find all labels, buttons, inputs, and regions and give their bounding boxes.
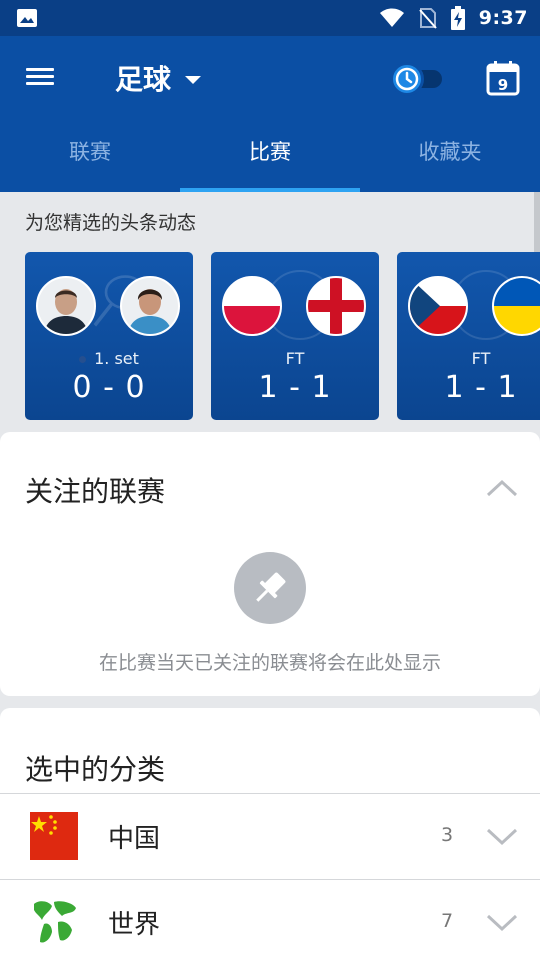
category-count: 3 <box>441 824 454 846</box>
match-status: FT <box>285 349 305 368</box>
live-clock-toggle[interactable] <box>390 60 444 96</box>
england-flag-icon <box>306 276 366 336</box>
tab-favorites[interactable]: 收藏夹 <box>360 128 540 192</box>
clock-icon <box>390 62 424 96</box>
serve-dot-icon <box>79 356 87 363</box>
headline-card[interactable]: FT 1 - 1 <box>211 252 379 420</box>
hamburger-line <box>26 75 54 78</box>
no-sim-icon <box>418 8 437 29</box>
chevron-down-icon <box>486 914 518 932</box>
category-row-world[interactable]: 世界 7 <box>0 879 540 960</box>
calendar-button[interactable]: 9 <box>486 60 520 96</box>
player-avatar <box>36 276 96 336</box>
tab-matches[interactable]: 比赛 <box>180 128 360 192</box>
headline-cards[interactable]: 1. set 0 - 0 FT 1 - 1 FT 1 - 1 <box>25 252 540 420</box>
czech-flag-icon <box>408 276 468 336</box>
match-status: FT <box>471 349 491 368</box>
category-name: 世界 <box>108 910 161 940</box>
status-bar: 9:37 <box>0 0 540 36</box>
sport-title: 足球 <box>115 63 172 96</box>
hamburger-line <box>26 68 54 71</box>
calendar-icon: 9 <box>486 61 520 96</box>
hamburger-line <box>26 82 54 85</box>
china-flag-icon <box>30 812 78 860</box>
headlines-title: 为您精选的头条动态 <box>25 212 197 234</box>
match-score: 1 - 1 <box>444 370 518 405</box>
pin-icon <box>234 552 306 624</box>
image-icon <box>17 9 37 27</box>
menu-button[interactable] <box>24 64 58 94</box>
match-status-text: 1. set <box>94 349 139 368</box>
headline-card[interactable]: 1. set 0 - 0 <box>25 252 193 420</box>
category-row-china[interactable]: 中国 3 <box>0 793 540 879</box>
tab-leagues[interactable]: 联赛 <box>0 128 180 192</box>
calendar-day: 9 <box>498 76 508 94</box>
wifi-icon <box>379 8 404 27</box>
followed-leagues-panel: 关注的联赛 在比赛当天已关注的联赛将会在此处显示 <box>0 432 540 696</box>
match-score: 0 - 0 <box>72 370 146 405</box>
battery-charging-icon <box>450 6 465 30</box>
chevron-up-icon[interactable] <box>486 478 518 498</box>
category-count: 7 <box>441 910 454 932</box>
tab-bar: 联赛 比赛 收藏夹 <box>0 128 540 192</box>
selected-categories-panel: 选中的分类 中国 3 世界 7 <box>0 708 540 960</box>
app-bar: 足球 9 联赛 比赛 收藏夹 <box>0 36 540 192</box>
status-time: 9:37 <box>478 7 528 29</box>
match-score: 1 - 1 <box>258 370 332 405</box>
followed-leagues-title: 关注的联赛 <box>25 475 166 508</box>
empty-leagues-message: 在比赛当天已关注的联赛将会在此处显示 <box>98 652 441 674</box>
category-name: 中国 <box>108 824 161 854</box>
sport-selector[interactable]: 足球 <box>115 58 202 98</box>
scrollbar[interactable] <box>534 192 540 252</box>
match-status: 1. set <box>25 349 193 368</box>
headline-card[interactable]: FT 1 - 1 <box>397 252 540 420</box>
caret-down-icon <box>185 75 202 84</box>
chevron-down-icon <box>486 828 518 846</box>
poland-flag-icon <box>222 276 282 336</box>
player-avatar <box>120 276 180 336</box>
world-map-icon <box>30 898 78 946</box>
selected-categories-title: 选中的分类 <box>25 753 166 786</box>
